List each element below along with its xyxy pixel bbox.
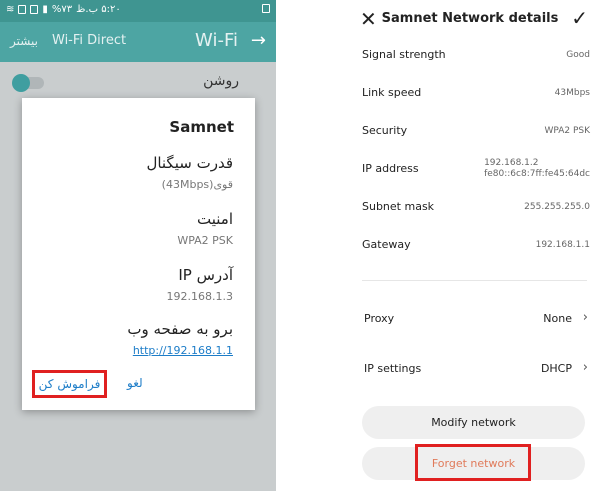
- row-value: Good: [566, 50, 590, 60]
- ip-settings-row[interactable]: IP settings DHCP ›: [364, 360, 588, 382]
- wifi-toggle[interactable]: [12, 74, 44, 92]
- web-label: برو به صفحه وب: [127, 320, 233, 338]
- details-title: Samnet Network details: [381, 11, 559, 26]
- row-value: 192.168.1.1: [535, 240, 590, 250]
- chevron-right-icon: ›: [582, 360, 588, 375]
- network-dialog: Samnet قدرت سیگنال قوی(43Mbps) امنیت WPA…: [22, 98, 255, 410]
- security-label: امنیت: [197, 210, 233, 228]
- signal-icon: ▮: [42, 4, 48, 15]
- divider: [362, 280, 587, 281]
- signal-label: قدرت سیگنال: [146, 154, 233, 172]
- wifi-direct-button[interactable]: Wi-Fi Direct: [52, 33, 126, 48]
- ip-block: آدرس IP 192.168.1.3: [167, 266, 233, 303]
- sim-icon: [30, 5, 39, 14]
- row-label: IP address: [362, 162, 419, 175]
- screenshot-icon: [262, 4, 270, 16]
- subnet-mask-row: Subnet mask 255.255.255.0: [362, 200, 590, 220]
- row-value: 192.168.1.2 fe80::6c8:7ff:fe45:64dc: [484, 158, 590, 180]
- right-screenshot: ✕ Samnet Network details ✓ Signal streng…: [340, 0, 600, 491]
- wifi-toggle-row: روشن: [0, 62, 276, 102]
- wifi-app-bar: بیشتر Wi-Fi Direct Wi-Fi →: [0, 22, 276, 62]
- row-label: Signal strength: [362, 48, 446, 61]
- forget-network-button[interactable]: Forget network: [362, 447, 585, 480]
- row-value: WPA2 PSK: [544, 126, 590, 136]
- chevron-right-icon: ›: [582, 310, 588, 325]
- wifi-status-icon: ≋: [6, 4, 15, 15]
- check-icon[interactable]: ✓: [571, 6, 588, 30]
- more-button[interactable]: بیشتر: [10, 34, 38, 48]
- link-speed-row: Link speed 43Mbps: [362, 86, 590, 106]
- forget-button[interactable]: فراموش کن: [32, 370, 107, 398]
- row-label: Subnet mask: [362, 200, 435, 213]
- proxy-label: Proxy: [364, 312, 395, 325]
- proxy-row[interactable]: Proxy None ›: [364, 310, 588, 332]
- ip-settings-label: IP settings: [364, 362, 422, 375]
- security-block: امنیت WPA2 PSK: [177, 210, 233, 247]
- details-header: ✕ Samnet Network details ✓: [340, 0, 600, 38]
- signal-value: قوی(43Mbps): [161, 178, 233, 191]
- security-value: WPA2 PSK: [177, 234, 233, 247]
- row-value: 255.255.255.0: [524, 202, 590, 212]
- signal-block: قدرت سیگنال قوی(43Mbps): [146, 154, 233, 191]
- ip-settings-value: DHCP: [540, 362, 572, 375]
- security-row: Security WPA2 PSK: [362, 124, 590, 144]
- back-arrow-icon[interactable]: →: [251, 30, 266, 51]
- dialog-title: Samnet: [169, 118, 234, 136]
- left-screenshot: ۵:۲۰ ب.ظ ٧٣% ▮ ≋ بیشتر Wi-Fi Direct Wi-F…: [0, 0, 276, 491]
- web-link[interactable]: http://192.168.1.1: [127, 344, 233, 357]
- web-block: برو به صفحه وب http://192.168.1.1: [127, 320, 233, 357]
- ipv6-value: fe80::6c8:7ff:fe45:64dc: [484, 169, 590, 179]
- close-icon[interactable]: ✕: [360, 7, 377, 31]
- status-left: ۵:۲۰ ب.ظ ٧٣% ▮ ≋: [6, 4, 121, 15]
- status-time: ۵:۲۰ ب.ظ: [76, 4, 121, 15]
- notification-icon: [18, 5, 27, 14]
- row-label: Link speed: [362, 86, 422, 99]
- proxy-value: None: [543, 312, 572, 325]
- wifi-title: Wi-Fi: [195, 30, 238, 51]
- cancel-button[interactable]: لغو: [127, 376, 143, 390]
- ip-label: آدرس IP: [178, 266, 233, 284]
- ip-address-row: IP address 192.168.1.2 fe80::6c8:7ff:fe4…: [362, 158, 590, 182]
- signal-strength-row: Signal strength Good: [362, 48, 590, 68]
- row-label: Security: [362, 124, 408, 137]
- row-label: Gateway: [362, 238, 411, 251]
- toggle-label: روشن: [203, 73, 239, 89]
- ip-value: 192.168.1.3: [166, 290, 233, 303]
- row-value: 43Mbps: [554, 88, 590, 98]
- status-bar: ۵:۲۰ ب.ظ ٧٣% ▮ ≋: [0, 0, 276, 22]
- battery-percent: ٧٣%: [51, 4, 73, 15]
- gateway-row: Gateway 192.168.1.1: [362, 238, 590, 258]
- modify-network-button[interactable]: Modify network: [362, 406, 585, 439]
- ipv4-value: 192.168.1.2: [484, 158, 539, 168]
